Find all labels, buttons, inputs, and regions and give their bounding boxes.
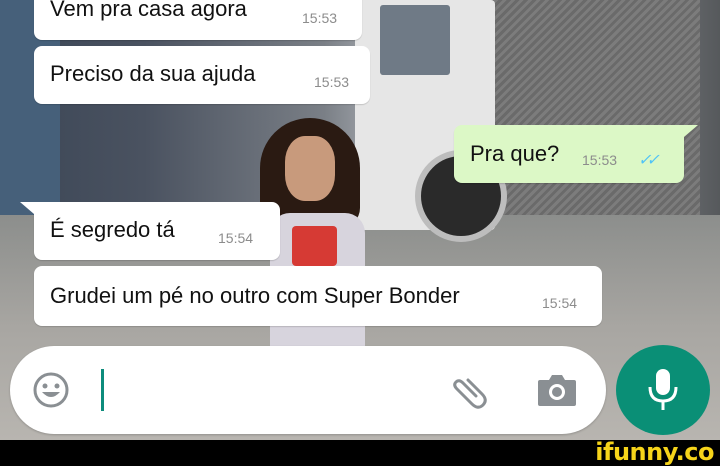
microphone-icon	[648, 369, 678, 410]
message-time: 15:53	[582, 152, 618, 168]
message-bubble-incoming[interactable]: Grudei um pé no outro com Super Bonder 1…	[34, 266, 602, 326]
message-text: Vem pra casa agora	[50, 0, 247, 21]
message-text: Grudei um pé no outro com Super Bonder	[50, 283, 460, 308]
message-bubble-incoming[interactable]: Preciso da sua ajuda 15:53	[34, 46, 370, 104]
message-input-bar[interactable]	[10, 346, 606, 434]
message-text: Pra que?	[470, 141, 560, 166]
message-input[interactable]	[94, 366, 428, 416]
message-bubble-incoming[interactable]: Vem pra casa agora 15:53	[34, 0, 362, 40]
message-text: Preciso da sua ajuda	[50, 61, 256, 86]
text-cursor	[101, 369, 104, 411]
paperclip-icon[interactable]	[446, 368, 490, 412]
message-bubble-incoming[interactable]: É segredo tá 15:54	[34, 202, 280, 260]
message-time: 15:54	[542, 295, 578, 311]
message-bubble-outgoing[interactable]: Pra que? 15:53 ✓✓	[454, 125, 684, 183]
message-time: 15:53	[302, 10, 338, 26]
bubble-tail	[684, 125, 698, 137]
double-check-icon: ✓✓	[638, 152, 660, 169]
message-text: É segredo tá	[50, 217, 175, 242]
camera-icon[interactable]	[536, 372, 578, 408]
message-time: 15:53	[314, 74, 350, 90]
microphone-button[interactable]	[616, 345, 710, 435]
message-time: 15:54	[218, 230, 254, 246]
bubble-tail	[20, 202, 34, 214]
emoji-icon[interactable]	[32, 371, 70, 409]
background-truck-window	[380, 5, 450, 75]
